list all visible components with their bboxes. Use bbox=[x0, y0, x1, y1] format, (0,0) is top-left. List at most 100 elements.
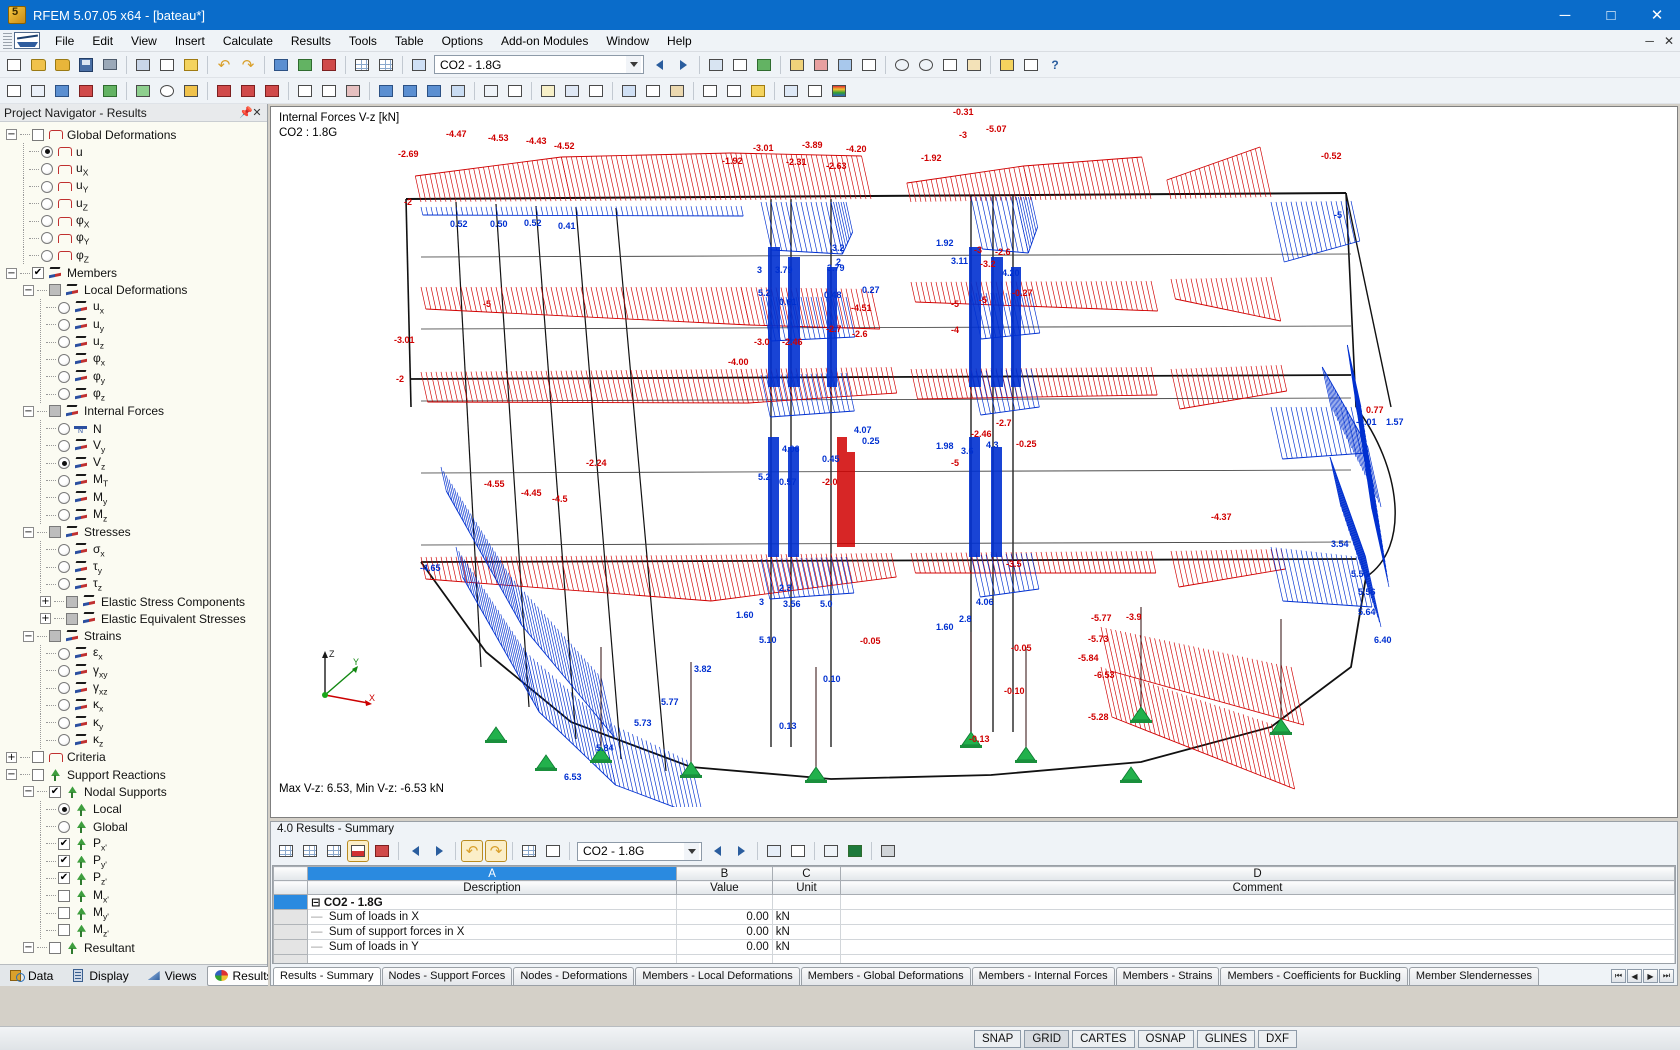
tree-radio[interactable] bbox=[58, 734, 70, 747]
status-toggle-grid[interactable]: GRID bbox=[1024, 1029, 1070, 1048]
view-top-button[interactable] bbox=[423, 80, 445, 102]
view-front-button[interactable] bbox=[375, 80, 397, 102]
column-letter-A[interactable]: A bbox=[306, 866, 678, 881]
tree-radio[interactable] bbox=[58, 388, 70, 401]
tree-item--[interactable]: γxz bbox=[0, 679, 267, 697]
move-button[interactable] bbox=[270, 54, 292, 76]
tree-item--[interactable]: φx bbox=[0, 351, 267, 368]
table-calculator-button[interactable] bbox=[877, 840, 899, 862]
row-header-cell[interactable] bbox=[273, 954, 308, 963]
status-toggle-cartes[interactable]: CARTES bbox=[1072, 1029, 1135, 1048]
tree-radio[interactable] bbox=[41, 180, 53, 193]
tree-radio[interactable] bbox=[58, 647, 70, 660]
tree-item-u[interactable]: u bbox=[0, 143, 267, 161]
cell-unit[interactable]: kN bbox=[771, 939, 842, 955]
tree-checkbox[interactable] bbox=[58, 837, 70, 850]
rotate-view-button[interactable] bbox=[480, 80, 502, 102]
tree-radio[interactable] bbox=[58, 439, 70, 452]
results-tab-nodes-deformations[interactable]: Nodes - Deformations bbox=[513, 967, 635, 985]
nodal-load-button[interactable] bbox=[213, 80, 235, 102]
tree-checkbox[interactable] bbox=[58, 907, 70, 919]
tree-item-v[interactable]: Vz bbox=[0, 454, 267, 472]
cell-unit[interactable]: kN bbox=[771, 909, 842, 925]
table-excel-export-button[interactable] bbox=[844, 840, 866, 862]
menu-item-tools[interactable]: Tools bbox=[340, 31, 386, 51]
table-prev-page-button[interactable] bbox=[404, 840, 426, 862]
tree-item-m[interactable]: My' bbox=[0, 904, 267, 922]
status-toggle-snap[interactable]: SNAP bbox=[974, 1029, 1022, 1048]
tree-checkbox[interactable] bbox=[49, 284, 61, 297]
results-navigator-button[interactable] bbox=[618, 80, 640, 102]
tree-item-m[interactable]: Mz bbox=[0, 506, 267, 524]
tab-nav-button-2[interactable]: ▶ bbox=[1643, 969, 1658, 983]
results-tab-members-local-deformations[interactable]: Members - Local Deformations bbox=[635, 967, 800, 985]
table-color-button[interactable] bbox=[347, 840, 369, 862]
undo-button[interactable]: ↶ bbox=[213, 54, 235, 76]
result-diagram-section-button[interactable] bbox=[666, 80, 688, 102]
comment-button[interactable] bbox=[747, 80, 769, 102]
tree-item-local[interactable]: Local bbox=[0, 800, 267, 818]
cell-description[interactable]: — Sum of support forces in X bbox=[306, 924, 678, 940]
menu-grip[interactable] bbox=[3, 32, 12, 49]
table-export-button[interactable] bbox=[542, 840, 564, 862]
tree-radio[interactable] bbox=[58, 474, 70, 487]
tree-item-u[interactable]: uz bbox=[0, 333, 267, 351]
tree-radio[interactable] bbox=[58, 353, 70, 366]
display-loads-button[interactable] bbox=[342, 80, 364, 102]
results-load-case-combo[interactable]: CO2 - 1.8G bbox=[577, 841, 702, 861]
tree-item-global[interactable]: Global bbox=[0, 818, 267, 836]
tree-checkbox[interactable] bbox=[66, 612, 78, 625]
display-numbering-button[interactable] bbox=[318, 80, 340, 102]
tree-radio[interactable] bbox=[41, 197, 53, 210]
load-case-combo[interactable]: CO2 - 1.8G bbox=[434, 55, 644, 74]
tree-item--[interactable]: τz bbox=[0, 575, 267, 593]
table-row[interactable]: — Sum of loads in Y 0.00 kN bbox=[273, 939, 1675, 955]
background-layer-button[interactable] bbox=[804, 80, 826, 102]
mdi-close-button[interactable]: ✕ bbox=[1662, 34, 1676, 48]
calculate-button[interactable] bbox=[996, 54, 1018, 76]
tree-radio[interactable] bbox=[58, 543, 70, 556]
tree-checkbox[interactable] bbox=[58, 855, 70, 868]
new-file-button[interactable] bbox=[3, 54, 25, 76]
menu-item-insert[interactable]: Insert bbox=[166, 31, 214, 51]
pin-icon[interactable]: 📌 bbox=[239, 106, 253, 119]
results-prev-case-button[interactable] bbox=[706, 840, 728, 862]
tree-item-local-deformations[interactable]: − Local Deformations bbox=[0, 282, 267, 299]
status-toggle-dxf[interactable]: DXF bbox=[1258, 1029, 1297, 1048]
tree-radio[interactable] bbox=[58, 336, 70, 349]
table-selection-button[interactable] bbox=[371, 840, 393, 862]
display-nodes-button[interactable] bbox=[294, 80, 316, 102]
column-name-B[interactable]: Value bbox=[676, 880, 773, 895]
results-tab-results-summary[interactable]: Results - Summary bbox=[273, 967, 381, 985]
menu-item-view[interactable]: View bbox=[122, 31, 166, 51]
close-icon[interactable]: ✕ bbox=[251, 106, 263, 119]
results-tab-nodes-support-forces[interactable]: Nodes - Support Forces bbox=[381, 967, 513, 985]
cell-unit[interactable]: kN bbox=[771, 924, 842, 940]
cell-comment[interactable] bbox=[840, 954, 1675, 963]
table-settings-button[interactable] bbox=[518, 840, 540, 862]
tree-item-p[interactable]: Pz' bbox=[0, 869, 267, 887]
maximize-button[interactable]: □ bbox=[1588, 0, 1634, 30]
tree-item--[interactable]: φZ bbox=[0, 247, 267, 265]
table-row[interactable]: — Sum of loads in X 0.00 kN bbox=[273, 909, 1675, 925]
tree-item--[interactable]: σx bbox=[0, 541, 267, 559]
tree-item-stresses[interactable]: − Stresses bbox=[0, 524, 267, 541]
table-goto-button[interactable] bbox=[763, 840, 785, 862]
tree-item--[interactable]: κz bbox=[0, 731, 267, 749]
tree-expander[interactable]: + bbox=[40, 613, 51, 625]
tree-item-v[interactable]: Vy bbox=[0, 437, 267, 455]
tree-radio[interactable] bbox=[41, 249, 53, 262]
cell-description[interactable]: — Sum of loads in X bbox=[306, 909, 678, 925]
row-header-cell[interactable] bbox=[273, 894, 308, 910]
tree-radio[interactable] bbox=[41, 232, 53, 245]
tab-nav-button-0[interactable]: ⏮ bbox=[1611, 969, 1626, 983]
tree-radio[interactable] bbox=[58, 820, 70, 833]
tree-expander[interactable]: − bbox=[23, 786, 34, 798]
tree-expander[interactable]: + bbox=[40, 596, 51, 608]
grid-table-button[interactable] bbox=[351, 54, 373, 76]
tree-item--[interactable]: κy bbox=[0, 714, 267, 732]
zoom-all-button[interactable] bbox=[504, 80, 526, 102]
tree-item-internal-forces[interactable]: − Internal Forces bbox=[0, 403, 267, 420]
table-redo-button[interactable]: ↷ bbox=[485, 840, 507, 862]
tree-radio[interactable] bbox=[58, 422, 70, 435]
